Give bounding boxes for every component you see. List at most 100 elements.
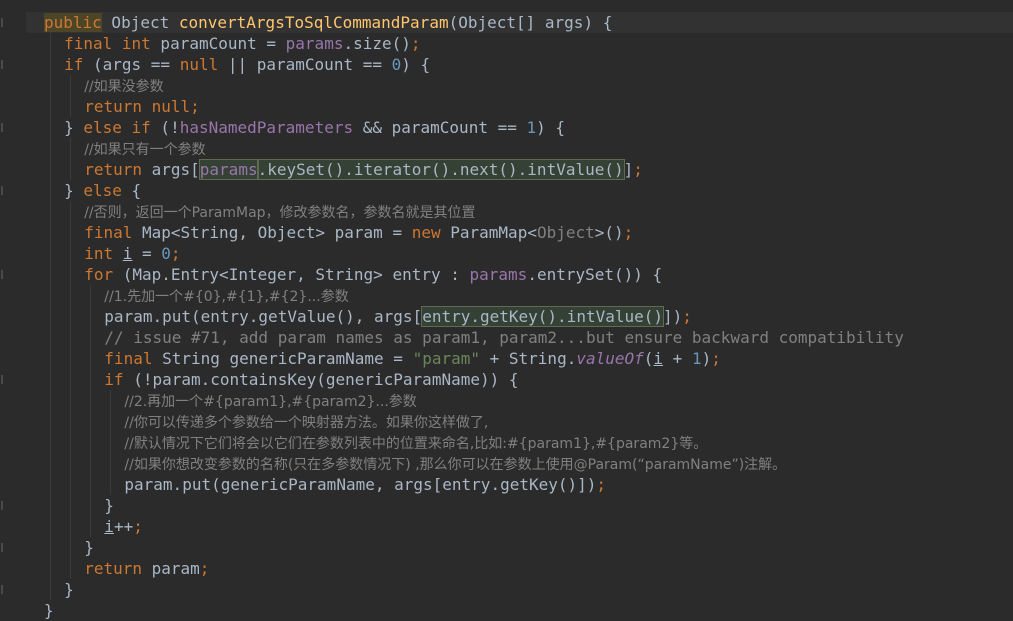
code-token: "param": [412, 349, 480, 368]
code-line[interactable]: public Object convertArgsToSqlCommandPar…: [44, 12, 612, 33]
code-line[interactable]: //1.先加一个#{0},#{1},#{2}...参数: [104, 285, 348, 306]
code-token: }: [84, 538, 94, 557]
code-token: param: [141, 559, 200, 578]
code-line[interactable]: return param;: [84, 558, 209, 579]
code-token: ParamMap<: [440, 223, 537, 242]
code-line[interactable]: final int paramCount = params.size();: [64, 33, 420, 54]
code-token: args[: [141, 160, 200, 179]
indent-guide: [70, 75, 72, 117]
code-token: new: [411, 223, 441, 242]
code-token: i: [653, 349, 664, 368]
code-line[interactable]: if (args == null || paramCount == 0) {: [64, 54, 430, 75]
code-token: //1.先加一个#{0},#{1},#{2}...参数: [104, 289, 349, 305]
indent-guide: [70, 138, 72, 180]
code-token: ;: [623, 223, 634, 242]
code-token: (!: [150, 118, 180, 137]
code-line[interactable]: //否则，返回一个ParamMap，修改参数名，参数名就是其位置: [84, 201, 475, 222]
code-token: && paramCount ==: [353, 118, 527, 137]
code-token: paramCount =: [150, 34, 286, 53]
code-line[interactable]: //如果只有一个参数: [84, 138, 205, 159]
code-token: +: [663, 349, 692, 368]
code-token: param.put(entry.getValue(), args[: [104, 307, 423, 326]
code-token: Object: [536, 223, 595, 242]
code-line[interactable]: //如果没参数: [84, 75, 163, 96]
code-line[interactable]: param.put(entry.getValue(), args[entry.g…: [104, 306, 692, 327]
code-token: 0: [391, 55, 402, 74]
code-token: 1: [691, 349, 702, 368]
code-line[interactable]: } else {: [64, 180, 141, 201]
code-token: .size(): [343, 34, 411, 53]
code-line[interactable]: i++;: [104, 516, 143, 537]
code-line[interactable]: //如果你想改变参数的名称(只在多参数情况下) ,那么你可以在参数上使用@Par…: [124, 453, 786, 474]
code-token: //你可以传递多个参数给一个映射器方法。如果你这样做了,: [124, 415, 489, 431]
code-token: //2.再加一个#{param1},#{param2}...参数: [124, 394, 417, 410]
code-token: return: [84, 559, 142, 578]
code-token: param.put(genericParamName, args[entry.g…: [124, 475, 597, 494]
code-token: ;: [596, 475, 607, 494]
code-token: //如果只有一个参数: [84, 142, 206, 158]
code-token: }: [104, 496, 114, 515]
code-token: entry.getKey().intValue(): [421, 306, 665, 327]
code-line[interactable]: for (Map.Entry<Integer, String> entry : …: [84, 264, 662, 285]
code-token: ]): [663, 307, 683, 326]
code-token: final: [104, 349, 153, 368]
code-token: ;: [199, 559, 210, 578]
code-token: ++: [113, 517, 134, 536]
code-token: ]: [623, 160, 634, 179]
code-line[interactable]: int i = 0;: [84, 243, 180, 264]
code-token: else if: [83, 118, 151, 137]
code-token: .keySet().iterator().next().intValue(): [256, 159, 625, 180]
code-token: if: [104, 370, 124, 389]
code-token: Object: [101, 13, 179, 32]
code-token: + String.: [480, 349, 577, 368]
code-token: .entrySet()) {: [527, 265, 663, 284]
code-token: (Map.Entry<Integer, String> entry :: [113, 265, 470, 284]
indent-guide: [70, 201, 72, 579]
code-line[interactable]: final Map<String, Object> param = new Pa…: [84, 222, 633, 243]
code-line[interactable]: final String genericParamName = "param" …: [104, 348, 721, 369]
code-line[interactable]: param.put(genericParamName, args[entry.g…: [124, 474, 606, 495]
code-token: if: [64, 55, 84, 74]
code-token: valueOf: [576, 349, 644, 368]
indent-guide: [110, 390, 112, 495]
code-token: for: [84, 265, 114, 284]
code-token: (: [643, 349, 654, 368]
code-token: ) {: [536, 118, 566, 137]
code-token: final int: [64, 34, 151, 53]
code-token: {: [121, 181, 142, 200]
code-token: ;: [410, 34, 421, 53]
code-token: //默认情况下它们将会以它们在参数列表中的位置来命名,比如:#{param1},…: [124, 436, 708, 452]
code-token: ) {: [401, 55, 431, 74]
code-line[interactable]: //你可以传递多个参数给一个映射器方法。如果你这样做了,: [124, 411, 488, 432]
code-line[interactable]: return args[params.keySet().iterator().n…: [84, 159, 643, 180]
code-token: //如果没参数: [84, 79, 164, 95]
code-token: >(): [594, 223, 624, 242]
code-token: (Object[] args) {: [448, 13, 613, 32]
code-token: ;: [170, 244, 181, 263]
code-line[interactable]: } else if (!hasNamedParameters && paramC…: [64, 117, 565, 138]
code-line[interactable]: }: [84, 537, 94, 558]
code-token: i: [122, 244, 133, 263]
code-token: }: [64, 580, 74, 599]
code-token: ;: [133, 517, 143, 536]
code-line[interactable]: }: [64, 579, 74, 600]
code-editor[interactable]: public Object convertArgsToSqlCommandPar…: [0, 0, 1013, 620]
code-line[interactable]: }: [104, 495, 114, 516]
code-area[interactable]: public Object convertArgsToSqlCommandPar…: [0, 0, 1013, 620]
code-token: 1: [526, 118, 537, 137]
code-token: else: [83, 181, 122, 200]
indent-guide: [50, 33, 52, 600]
code-token: // issue #71, add param names as param1,…: [104, 328, 904, 347]
code-token: int: [84, 244, 114, 263]
code-line[interactable]: //2.再加一个#{param1},#{param2}...参数: [124, 390, 416, 411]
code-token: convertArgsToSqlCommandParam: [178, 13, 449, 32]
code-token: 0: [161, 244, 171, 263]
code-line[interactable]: // issue #71, add param names as param1,…: [104, 327, 904, 348]
code-token: params: [469, 265, 528, 284]
code-line[interactable]: return null;: [84, 96, 200, 117]
code-token: params: [285, 34, 344, 53]
code-line[interactable]: if (!param.containsKey(genericParamName)…: [104, 369, 518, 390]
code-token: //如果你想改变参数的名称(只在多参数情况下) ,那么你可以在参数上使用@Par…: [124, 457, 787, 473]
code-line[interactable]: //默认情况下它们将会以它们在参数列表中的位置来命名,比如:#{param1},…: [124, 432, 707, 453]
code-token: i: [104, 517, 114, 536]
